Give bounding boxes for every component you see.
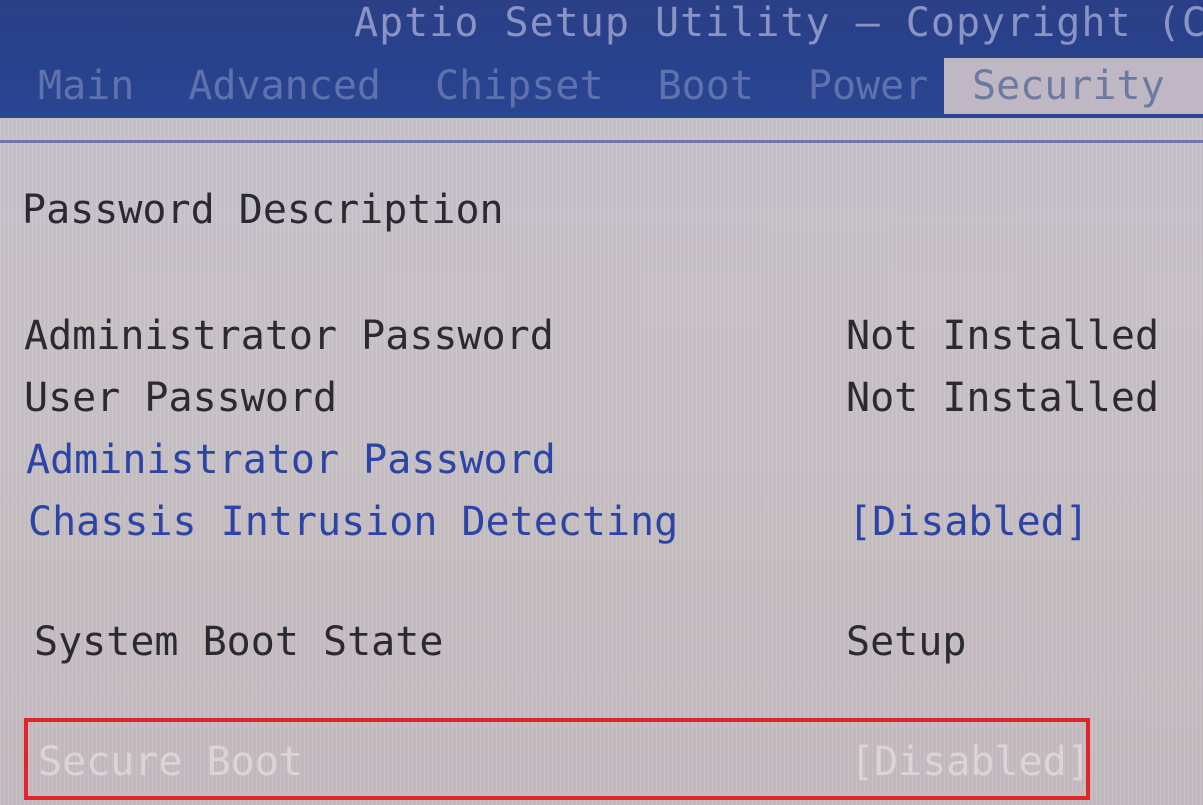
user-password-status-value: Not Installed: [846, 375, 1160, 421]
tab-advanced[interactable]: Advanced: [188, 58, 381, 114]
chassis-intrusion-label: Chassis Intrusion Detecting: [28, 499, 679, 545]
tab-main[interactable]: Main: [38, 58, 134, 114]
system-boot-state-label: System Boot State: [34, 619, 444, 665]
admin-password-setting-label: Administrator Password: [26, 437, 556, 483]
header-divider: [0, 140, 1203, 143]
user-password-status-label: User Password: [24, 375, 338, 421]
chassis-intrusion-value[interactable]: [Disabled]: [848, 496, 1089, 548]
menu-tabs: Main Advanced Chipset Boot Power Securit…: [38, 58, 1203, 114]
admin-password-status-value: Not Installed: [846, 313, 1160, 359]
bios-screen: Aptio Setup Utility – Copyright (C) Main…: [0, 0, 1203, 805]
admin-password-status-row: Administrator Password Not Installed: [0, 310, 1203, 362]
chassis-intrusion-row[interactable]: Chassis Intrusion Detecting [Disabled]: [0, 496, 1203, 548]
system-boot-state-row: System Boot State Setup: [0, 616, 1203, 668]
tab-security[interactable]: Security: [944, 58, 1203, 114]
secure-boot-highlight-box: [24, 718, 1090, 800]
tab-boot[interactable]: Boot: [658, 58, 754, 114]
admin-password-status-label: Administrator Password: [24, 313, 554, 359]
section-title-row: Password Description: [0, 184, 1203, 236]
system-boot-state-value: Setup: [846, 619, 967, 665]
user-password-status-row: User Password Not Installed: [0, 372, 1203, 424]
section-title: Password Description: [22, 187, 504, 233]
tab-chipset[interactable]: Chipset: [435, 58, 604, 114]
bios-header: Aptio Setup Utility – Copyright (C) Main…: [0, 0, 1203, 118]
admin-password-setting-row[interactable]: Administrator Password: [0, 434, 1203, 486]
utility-title: Aptio Setup Utility – Copyright (C): [354, 0, 1203, 46]
tab-power[interactable]: Power: [808, 58, 928, 114]
